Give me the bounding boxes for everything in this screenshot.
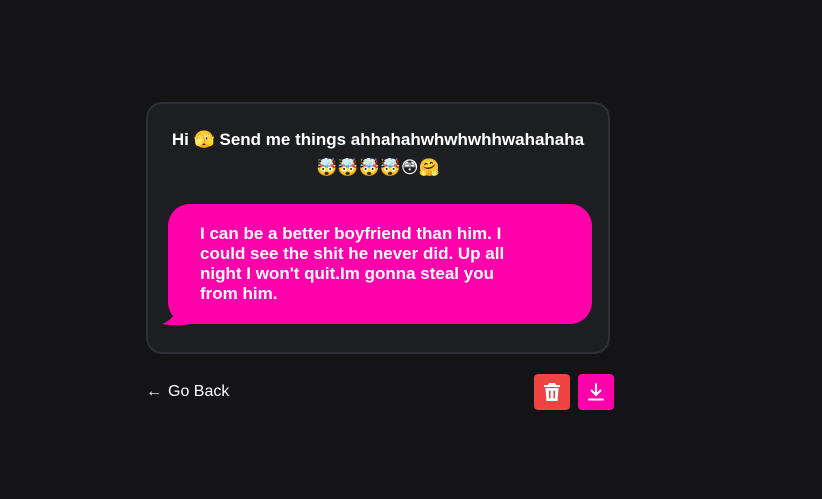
download-icon bbox=[588, 383, 604, 401]
message-bubble: I can be a better boyfriend than him. I … bbox=[168, 204, 592, 324]
go-back-link[interactable]: ← Go Back bbox=[146, 380, 229, 404]
trash-icon bbox=[544, 383, 560, 401]
download-button[interactable] bbox=[578, 374, 614, 410]
arrow-left-icon: ← bbox=[146, 383, 162, 400]
go-back-label: Go Back bbox=[168, 383, 230, 400]
delete-button[interactable] bbox=[534, 374, 570, 410]
message-card: Hi 🫣 Send me things ahhahahwhwhwhhwahaha… bbox=[146, 102, 610, 354]
prompt-text: Hi 🫣 Send me things ahhahahwhwhwhhwahaha… bbox=[171, 130, 585, 177]
